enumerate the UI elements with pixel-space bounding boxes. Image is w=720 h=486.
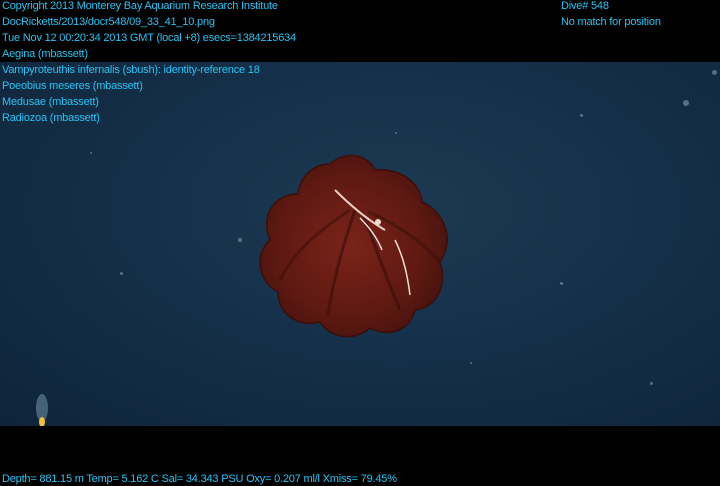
marine-snow xyxy=(395,132,397,134)
video-frame: Copyright 2013 Monterey Bay Aquarium Res… xyxy=(0,0,720,486)
annotation-label: Poeobius meseres (mbassett) xyxy=(2,80,143,92)
vampire-squid xyxy=(259,154,448,338)
marine-snow xyxy=(580,114,583,117)
marine-snow xyxy=(470,362,472,364)
marine-snow xyxy=(120,272,123,275)
ctenophore xyxy=(36,394,48,427)
annotation-label: Vampyroteuthis infernalis (sbush): ident… xyxy=(2,64,260,76)
marine-snow xyxy=(712,70,717,75)
annotation-label: Aegina (mbassett) xyxy=(2,48,88,60)
copyright-text: Copyright 2013 Monterey Bay Aquarium Res… xyxy=(2,0,278,12)
position-status-text: No match for position xyxy=(561,16,661,28)
marine-snow xyxy=(560,282,563,285)
telemetry-text: Depth= 881.15 m Temp= 5.162 C Sal= 34.34… xyxy=(2,473,397,485)
marine-snow xyxy=(650,382,653,385)
marine-snow xyxy=(683,100,689,106)
timestamp-text: Tue Nov 12 00:20:34 2013 GMT (local +8) … xyxy=(2,32,296,44)
annotation-label: Medusae (mbassett) xyxy=(2,96,99,108)
marine-snow xyxy=(238,238,242,242)
marine-snow xyxy=(90,152,92,154)
dive-number-text: Dive# 548 xyxy=(561,0,609,12)
file-path-text: DocRicketts/2013/docr548/09_33_41_10.png xyxy=(2,16,215,28)
annotation-label: Radiozoa (mbassett) xyxy=(2,112,100,124)
